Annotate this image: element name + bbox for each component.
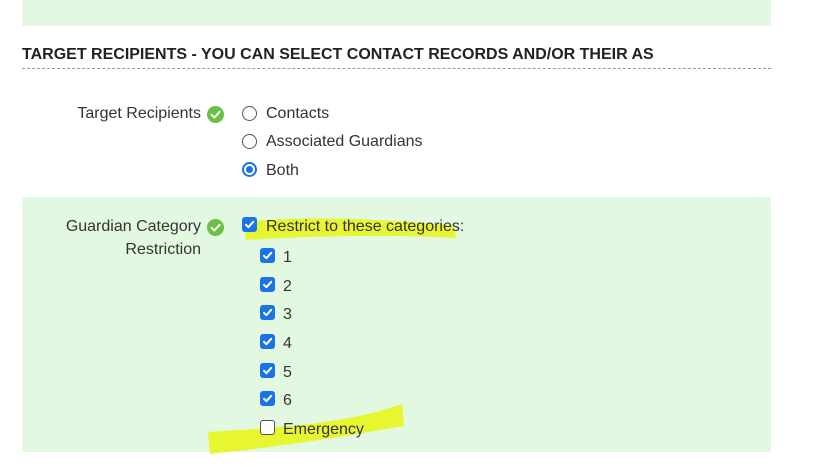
category-5-checkbox[interactable] (260, 363, 275, 378)
category-4-checkbox[interactable] (260, 334, 275, 349)
radio-contacts-label: Contacts (266, 105, 330, 122)
category-2-checkbox[interactable] (260, 277, 275, 292)
category-emergency-checkbox[interactable] (260, 420, 275, 435)
check-circle-icon[interactable] (207, 219, 224, 236)
guardian-category-label: Guardian Category (65, 218, 201, 235)
category-4-label: 4 (283, 335, 292, 352)
radio-associated-guardians-label: Associated Guardians (266, 133, 423, 150)
radio-associated-guardians[interactable] (242, 134, 257, 149)
top-band (22, 0, 771, 26)
category-3-label: 3 (283, 306, 292, 323)
category-6-label: 6 (283, 392, 292, 409)
restrict-categories-checkbox[interactable] (242, 217, 257, 232)
restrict-categories-label: Restrict to these categories: (266, 218, 465, 235)
category-1-checkbox[interactable] (260, 248, 275, 263)
category-emergency-label: Emergency (283, 421, 364, 438)
category-1-label: 1 (283, 249, 292, 266)
radio-contacts[interactable] (242, 106, 257, 121)
radio-both-label: Both (266, 162, 299, 179)
category-5-label: 5 (283, 364, 292, 381)
category-2-label: 2 (283, 278, 292, 295)
guardian-category-label-line2: Restriction (125, 241, 201, 258)
category-6-checkbox[interactable] (260, 391, 275, 406)
check-circle-icon[interactable] (207, 106, 224, 123)
category-3-checkbox[interactable] (260, 305, 275, 320)
radio-both[interactable] (242, 162, 257, 177)
target-recipients-label: Target Recipients (77, 105, 201, 122)
section-header: TARGET RECIPIENTS - YOU CAN SELECT CONTA… (22, 44, 771, 69)
